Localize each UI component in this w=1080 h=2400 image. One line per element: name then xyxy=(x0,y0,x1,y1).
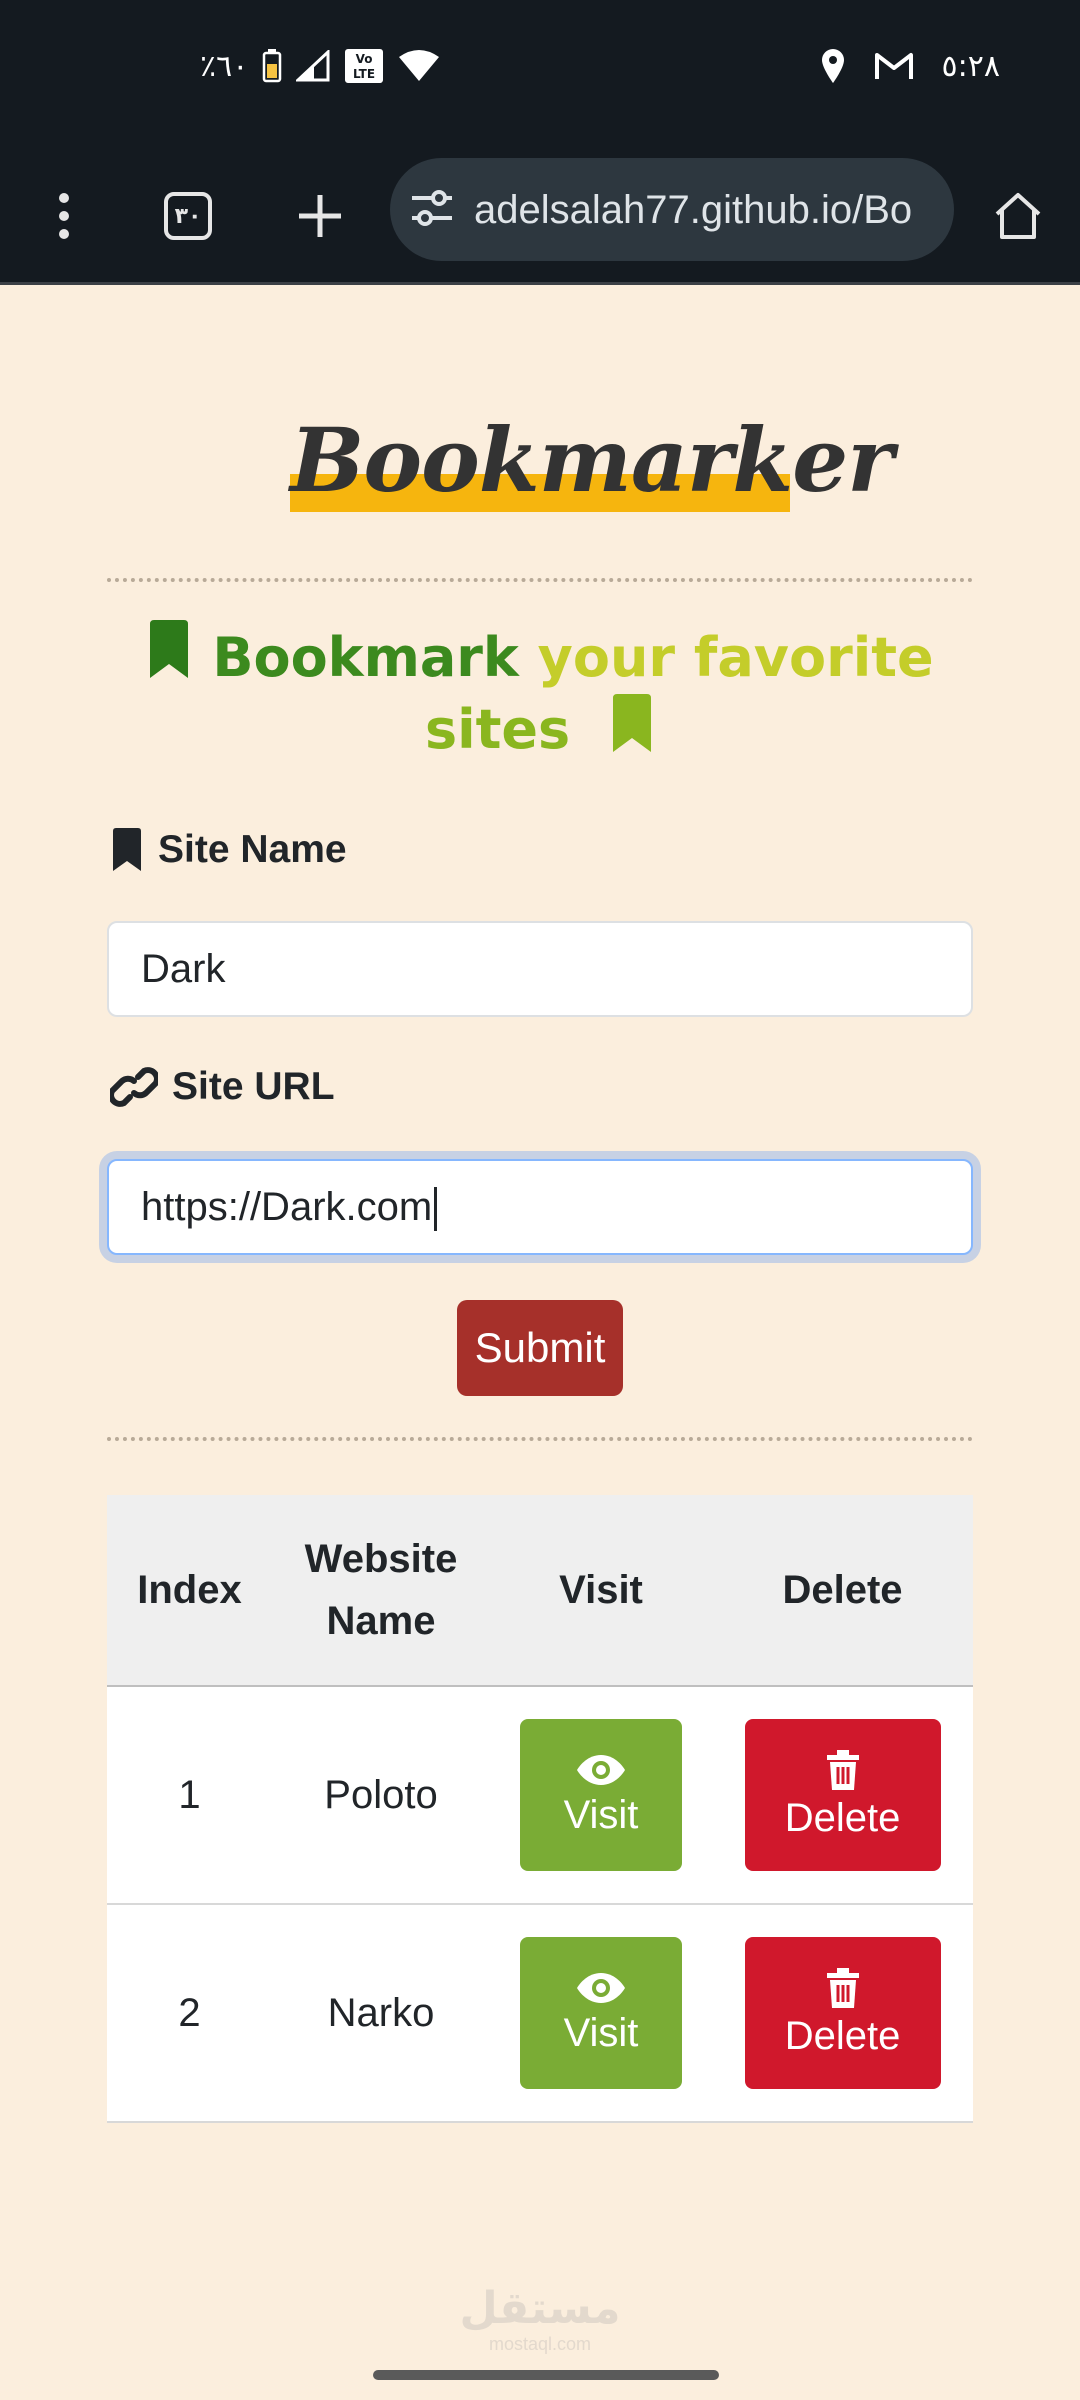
row-visit-cell: Visit xyxy=(490,1719,712,1871)
tagline-word-2: your favorite xyxy=(537,626,934,689)
header-index: Index xyxy=(137,1568,242,1612)
bookmarks-table: Index Website Name Visit Delete 1 Poloto… xyxy=(107,1495,973,2123)
row-delete-cell: Delete xyxy=(712,1937,973,2089)
visit-label: Visit xyxy=(563,2010,639,2055)
address-bar[interactable]: adelsalah77.github.io/Bo xyxy=(390,158,954,261)
visit-label: Visit xyxy=(563,1792,639,1837)
header-delete: Delete xyxy=(782,1568,903,1612)
site-url-label: Site URL xyxy=(110,1065,335,1109)
eye-icon xyxy=(577,1754,625,1785)
delete-button[interactable]: Delete xyxy=(744,1719,941,1871)
site-url-label-text: Site URL xyxy=(172,1065,335,1108)
svg-text:Vo: Vo xyxy=(356,52,373,66)
divider-bottom xyxy=(107,1437,973,1441)
site-url-input[interactable]: https://Dark.com xyxy=(107,1159,973,1255)
visit-button[interactable]: Visit xyxy=(520,1937,682,2089)
trash-icon xyxy=(826,1749,859,1790)
home-icon[interactable] xyxy=(978,176,1058,256)
status-bar: ٪٦٠ Vo LTE ٥:٢٨ xyxy=(0,0,1080,150)
site-name-label-text: Site Name xyxy=(158,828,347,871)
bookmark-icon xyxy=(613,694,652,752)
battery-icon xyxy=(262,49,282,83)
row-website-name: Narko xyxy=(327,1990,435,2035)
header-website-name-line2: Name xyxy=(326,1599,436,1643)
watermark-arabic: مستقل xyxy=(459,2283,621,2334)
volte-icon: Vo LTE xyxy=(344,48,384,84)
eye-icon xyxy=(577,1972,625,2003)
watermark: مستقل mostaql.com xyxy=(440,2285,640,2355)
watermark-latin: mostaql.com xyxy=(488,2334,592,2354)
trash-icon xyxy=(826,1967,859,2008)
bookmark-icon xyxy=(113,828,141,871)
row-website-name: Poloto xyxy=(324,1772,438,1817)
logo-text: Bookmarker xyxy=(290,408,894,512)
header-website-name-line1: Website xyxy=(304,1537,458,1581)
visit-button[interactable]: Visit xyxy=(520,1719,682,1871)
location-icon xyxy=(820,48,846,84)
svg-text:LTE: LTE xyxy=(353,67,375,81)
site-name-label: Site Name xyxy=(110,828,347,872)
logo: Bookmarker xyxy=(290,408,894,520)
table-row: 2 Narko Visit Delete xyxy=(107,1905,973,2123)
status-right: ٥:٢٨ xyxy=(820,48,1000,84)
site-settings-icon[interactable] xyxy=(410,188,454,233)
bookmark-icon xyxy=(150,620,189,678)
new-tab-icon[interactable] xyxy=(280,176,360,256)
row-delete-cell: Delete xyxy=(712,1719,973,1871)
signal-icon xyxy=(296,50,330,82)
table-row: 1 Poloto Visit Delete xyxy=(107,1687,973,1905)
delete-label: Delete xyxy=(784,2013,901,2058)
row-index: 2 xyxy=(178,1990,201,2035)
site-name-input[interactable]: Dark xyxy=(107,921,973,1017)
tagline-word-1: Bookmark xyxy=(212,626,519,689)
delete-button[interactable]: Delete xyxy=(744,1937,941,2089)
gesture-bar[interactable] xyxy=(373,2370,719,2380)
site-name-value: Dark xyxy=(141,947,226,991)
page-content: Bookmarker Bookmark your favorite sites … xyxy=(0,285,1080,2400)
tabs-icon[interactable]: ٣٠ xyxy=(148,176,228,256)
tab-count: ٣٠ xyxy=(174,203,202,229)
status-left: ٪٦٠ Vo LTE xyxy=(200,48,440,84)
gmail-icon xyxy=(874,51,914,81)
table-header: Index Website Name Visit Delete xyxy=(107,1495,973,1687)
delete-label: Delete xyxy=(784,1795,901,1840)
row-visit-cell: Visit xyxy=(490,1937,712,2089)
submit-button[interactable]: Submit xyxy=(457,1300,623,1396)
divider-top xyxy=(107,578,973,582)
tagline: Bookmark your favorite sites xyxy=(107,620,973,766)
wifi-icon xyxy=(398,49,440,83)
header-visit: Visit xyxy=(559,1568,643,1612)
link-icon xyxy=(110,1067,158,1107)
row-index: 1 xyxy=(178,1772,201,1817)
clock: ٥:٢٨ xyxy=(941,48,1000,84)
url-text: adelsalah77.github.io/Bo xyxy=(474,188,913,232)
site-url-value: https://Dark.com xyxy=(141,1185,433,1229)
tagline-word-3: sites xyxy=(424,698,571,761)
header-website-name: Website Name xyxy=(272,1528,490,1652)
text-caret xyxy=(434,1187,438,1232)
battery-percent: ٪٦٠ xyxy=(200,48,249,84)
menu-icon[interactable] xyxy=(24,176,104,256)
